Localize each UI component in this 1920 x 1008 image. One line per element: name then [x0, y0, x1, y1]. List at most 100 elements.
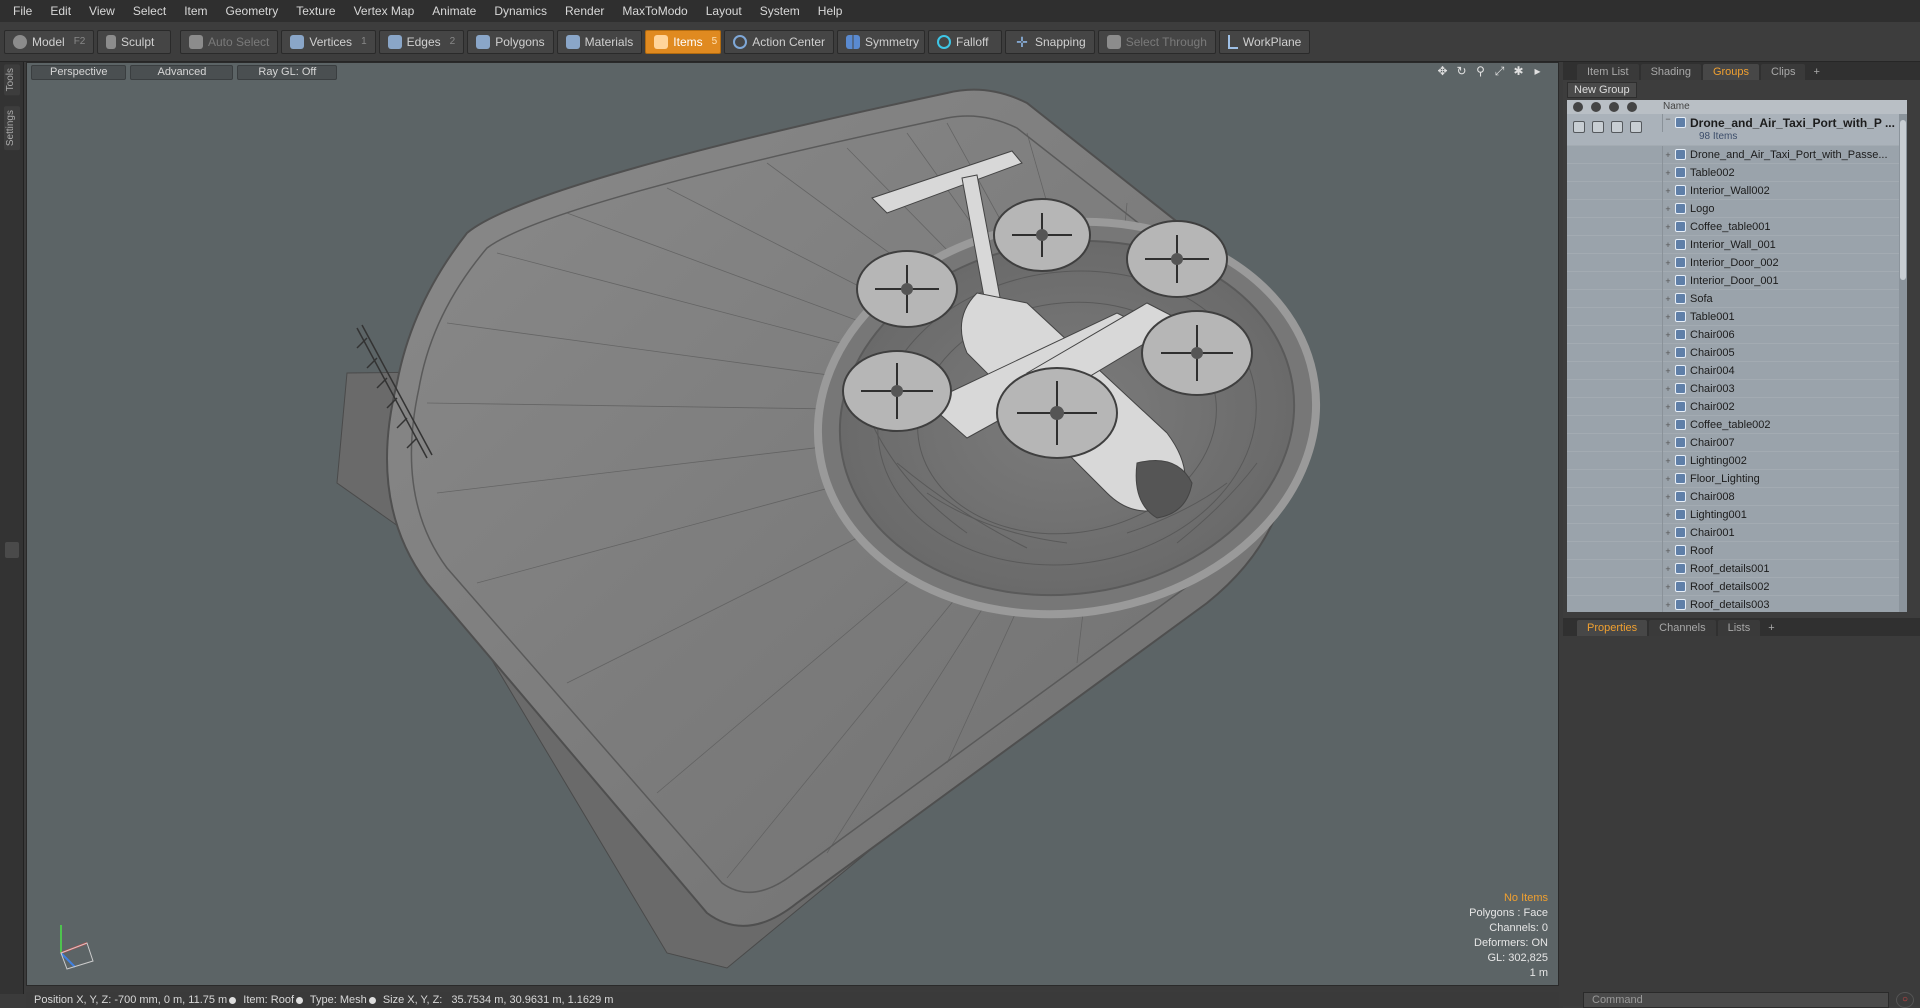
expand-icon[interactable]: +	[1663, 420, 1673, 430]
action-center-button[interactable]: Action Center	[724, 29, 834, 54]
3d-viewport[interactable]: Perspective Advanced Ray GL: Off ✥ ↻ ⚲ ⤢…	[26, 62, 1559, 986]
expand-icon[interactable]: +	[1663, 312, 1673, 322]
tab-shading[interactable]: Shading	[1640, 64, 1701, 80]
list-item[interactable]: + Interior_Door_001	[1567, 271, 1907, 290]
list-item[interactable]: + Interior_Wall_001	[1567, 235, 1907, 254]
list-item[interactable]: + Coffee_table001	[1567, 217, 1907, 236]
expand-icon[interactable]: +	[1663, 222, 1673, 232]
add-tab-icon[interactable]: +	[1807, 64, 1825, 80]
menu-layout[interactable]: Layout	[697, 0, 751, 22]
list-item[interactable]: + Roof_details003	[1567, 595, 1907, 612]
snapping-button[interactable]: ✛ Snapping	[1004, 29, 1095, 54]
expand-icon[interactable]: +	[1663, 600, 1673, 610]
expand-icon[interactable]: +	[1663, 168, 1673, 178]
tab-clips[interactable]: Clips	[1761, 64, 1806, 80]
falloff-button[interactable]: Falloff	[927, 29, 1002, 54]
maximize-icon[interactable]: ⤢	[1493, 65, 1506, 78]
render-toggle[interactable]	[1592, 121, 1604, 133]
list-item[interactable]: + Lighting001	[1567, 505, 1907, 524]
panel-toggle[interactable]	[5, 542, 19, 558]
workplane-button[interactable]: WorkPlane	[1218, 29, 1311, 54]
list-item[interactable]: + Table001	[1567, 307, 1907, 326]
model-mode-button[interactable]: Model F2	[4, 29, 94, 54]
menu-select[interactable]: Select	[124, 0, 175, 22]
menu-vertex-map[interactable]: Vertex Map	[345, 0, 424, 22]
visibility-toggle[interactable]	[1573, 121, 1585, 133]
eye-icon[interactable]	[1573, 102, 1583, 112]
render-icon[interactable]	[1591, 102, 1601, 112]
perspective-dropdown[interactable]: Perspective	[31, 65, 127, 80]
lock-toggle[interactable]	[1611, 121, 1623, 133]
group-root-row[interactable]: − Drone_and_Air_Taxi_Port_with_P ... 98 …	[1567, 114, 1907, 146]
expand-icon[interactable]: +	[1663, 546, 1673, 556]
menu-system[interactable]: System	[751, 0, 809, 22]
list-item[interactable]: + Coffee_table002	[1567, 415, 1907, 434]
list-item[interactable]: + Lighting002	[1567, 451, 1907, 470]
list-item[interactable]: + Interior_Wall002	[1567, 181, 1907, 200]
select-icon[interactable]	[1627, 102, 1637, 112]
expand-icon[interactable]: +	[1663, 528, 1673, 538]
expand-icon[interactable]: +	[1663, 402, 1673, 412]
tree-scrollbar[interactable]	[1899, 114, 1907, 612]
list-item[interactable]: + Chair008	[1567, 487, 1907, 506]
menu-dynamics[interactable]: Dynamics	[485, 0, 556, 22]
name-column-header[interactable]: Name	[1663, 100, 1690, 114]
pan-icon[interactable]: ✥	[1436, 65, 1449, 78]
command-stop-icon[interactable]: ○	[1896, 992, 1914, 1008]
lock-icon[interactable]	[1609, 102, 1619, 112]
expand-icon[interactable]: +	[1663, 564, 1673, 574]
tools-tab[interactable]: Tools	[4, 64, 20, 96]
menu-maxtomodo[interactable]: MaxToModo	[613, 0, 696, 22]
list-item[interactable]: + Drone_and_Air_Taxi_Port_with_Passe...	[1567, 145, 1907, 164]
expand-icon[interactable]: +	[1663, 204, 1673, 214]
expand-icon[interactable]: +	[1663, 492, 1673, 502]
expand-icon[interactable]: +	[1663, 276, 1673, 286]
command-input[interactable]: Command	[1583, 992, 1889, 1008]
list-item[interactable]: + Table002	[1567, 163, 1907, 182]
tab-channels[interactable]: Channels	[1649, 620, 1716, 636]
menu-texture[interactable]: Texture	[287, 0, 344, 22]
list-item[interactable]: + Chair005	[1567, 343, 1907, 362]
items-button[interactable]: Items 5	[645, 29, 722, 54]
edges-button[interactable]: Edges 2	[378, 29, 465, 54]
select-through-button[interactable]: Select Through	[1097, 29, 1216, 54]
symmetry-button[interactable]: Symmetry	[836, 29, 925, 54]
list-item[interactable]: + Interior_Door_002	[1567, 253, 1907, 272]
expand-icon[interactable]: +	[1663, 294, 1673, 304]
tab-item-list[interactable]: Item List	[1577, 64, 1639, 80]
menu-geometry[interactable]: Geometry	[217, 0, 288, 22]
gear-icon[interactable]: ✱	[1512, 65, 1525, 78]
menu-item[interactable]: Item	[175, 0, 216, 22]
expand-icon[interactable]: +	[1663, 366, 1673, 376]
raygl-dropdown[interactable]: Ray GL: Off	[237, 65, 338, 80]
expand-icon[interactable]: +	[1663, 186, 1673, 196]
rotate-icon[interactable]: ↻	[1455, 65, 1468, 78]
expand-icon[interactable]: +	[1663, 510, 1673, 520]
expand-icon[interactable]: +	[1663, 330, 1673, 340]
select-toggle[interactable]	[1630, 121, 1642, 133]
expand-arrow-icon[interactable]: ▸	[1531, 65, 1544, 78]
materials-button[interactable]: Materials	[556, 29, 643, 54]
menu-render[interactable]: Render	[556, 0, 613, 22]
list-item[interactable]: + Logo	[1567, 199, 1907, 218]
list-item[interactable]: + Roof_details001	[1567, 559, 1907, 578]
expand-icon[interactable]: +	[1663, 582, 1673, 592]
expand-icon[interactable]: +	[1663, 348, 1673, 358]
list-item[interactable]: + Chair003	[1567, 379, 1907, 398]
list-item[interactable]: + Sofa	[1567, 289, 1907, 308]
list-item[interactable]: + Chair007	[1567, 433, 1907, 452]
list-item[interactable]: + Chair006	[1567, 325, 1907, 344]
list-item[interactable]: + Roof	[1567, 541, 1907, 560]
expand-icon[interactable]: +	[1663, 456, 1673, 466]
polygons-button[interactable]: Polygons	[467, 29, 554, 54]
list-item[interactable]: + Roof_details002	[1567, 577, 1907, 596]
list-item[interactable]: + Chair002	[1567, 397, 1907, 416]
auto-select-button[interactable]: Auto Select	[180, 29, 279, 54]
shading-dropdown[interactable]: Advanced	[130, 65, 234, 80]
scroll-thumb[interactable]	[1900, 120, 1906, 280]
tab-groups[interactable]: Groups	[1702, 64, 1760, 80]
new-group-button[interactable]: New Group	[1567, 82, 1637, 98]
expand-icon[interactable]: +	[1663, 150, 1673, 160]
tab-properties[interactable]: Properties	[1577, 620, 1648, 636]
menu-file[interactable]: File	[4, 0, 41, 22]
